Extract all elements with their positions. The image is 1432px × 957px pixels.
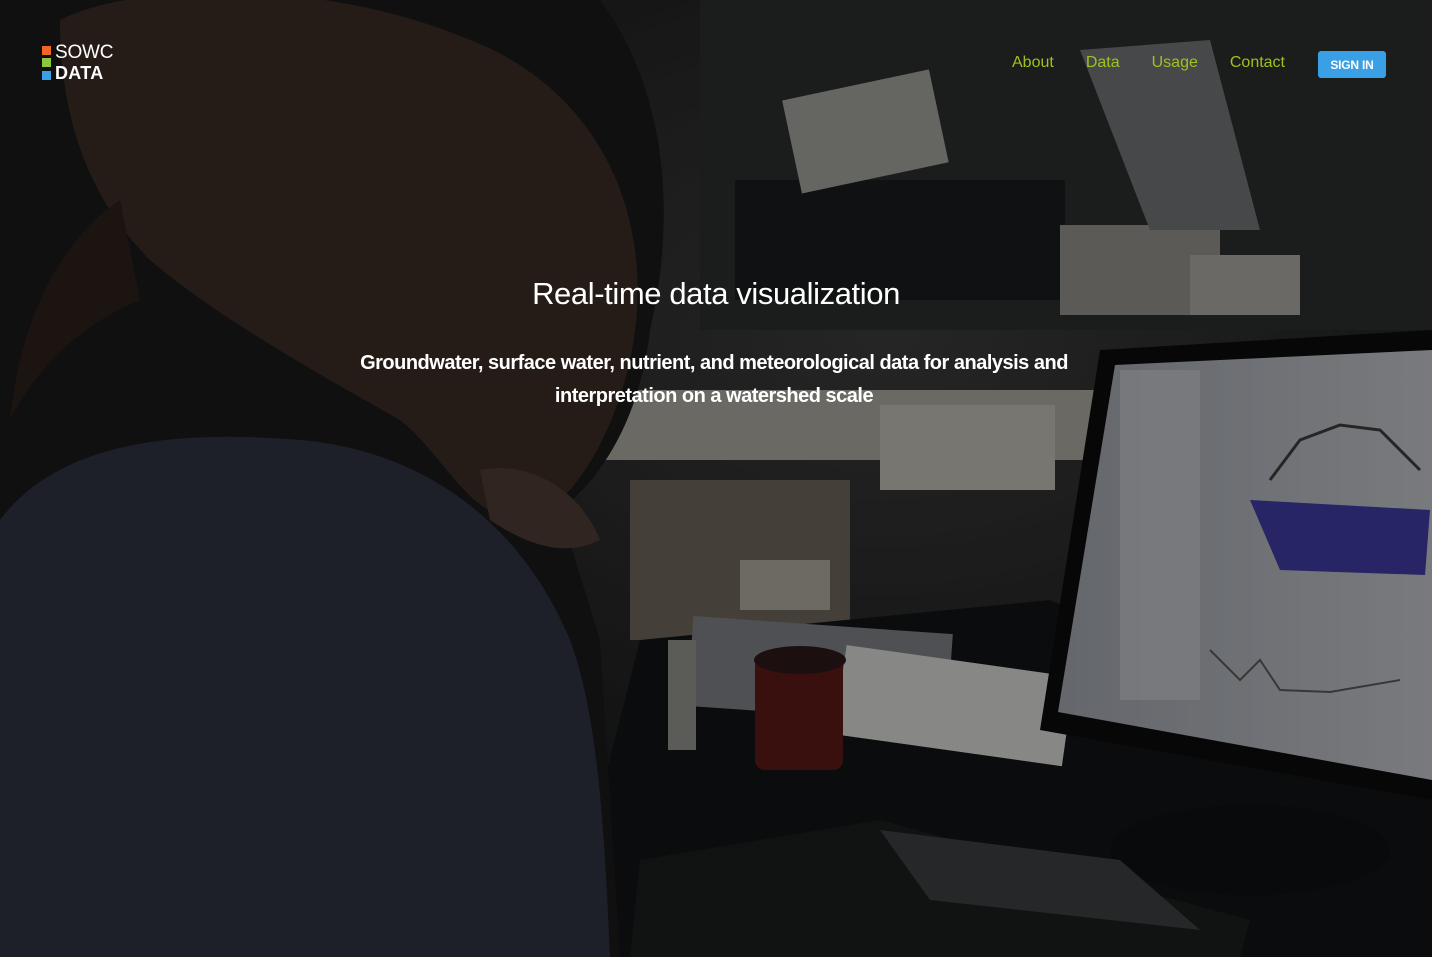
nav-link-data[interactable]: Data xyxy=(1086,53,1120,73)
nav-link-usage[interactable]: Usage xyxy=(1152,53,1198,73)
logo-green-square xyxy=(42,58,51,67)
site-logo[interactable]: SOWC DATA xyxy=(42,42,132,84)
logo-orange-square xyxy=(42,46,51,55)
logo-word-data: DATA xyxy=(55,63,104,83)
nav-link-about[interactable]: About xyxy=(1012,53,1054,73)
hero-dark-overlay xyxy=(0,0,1432,957)
hero-section: SOWC DATA About Data Usage Contact SIGN … xyxy=(0,0,1432,957)
nav-link-contact[interactable]: Contact xyxy=(1230,53,1285,73)
hero-title: Real-time data visualization xyxy=(532,275,900,311)
main-nav: About Data Usage Contact xyxy=(1012,53,1317,73)
sign-in-button[interactable]: SIGN IN xyxy=(1318,51,1386,78)
hero-subtitle: Groundwater, surface water, nutrient, an… xyxy=(360,352,1068,407)
logo-word-sowc: SOWC xyxy=(55,42,114,63)
logo-blue-square xyxy=(42,71,51,80)
